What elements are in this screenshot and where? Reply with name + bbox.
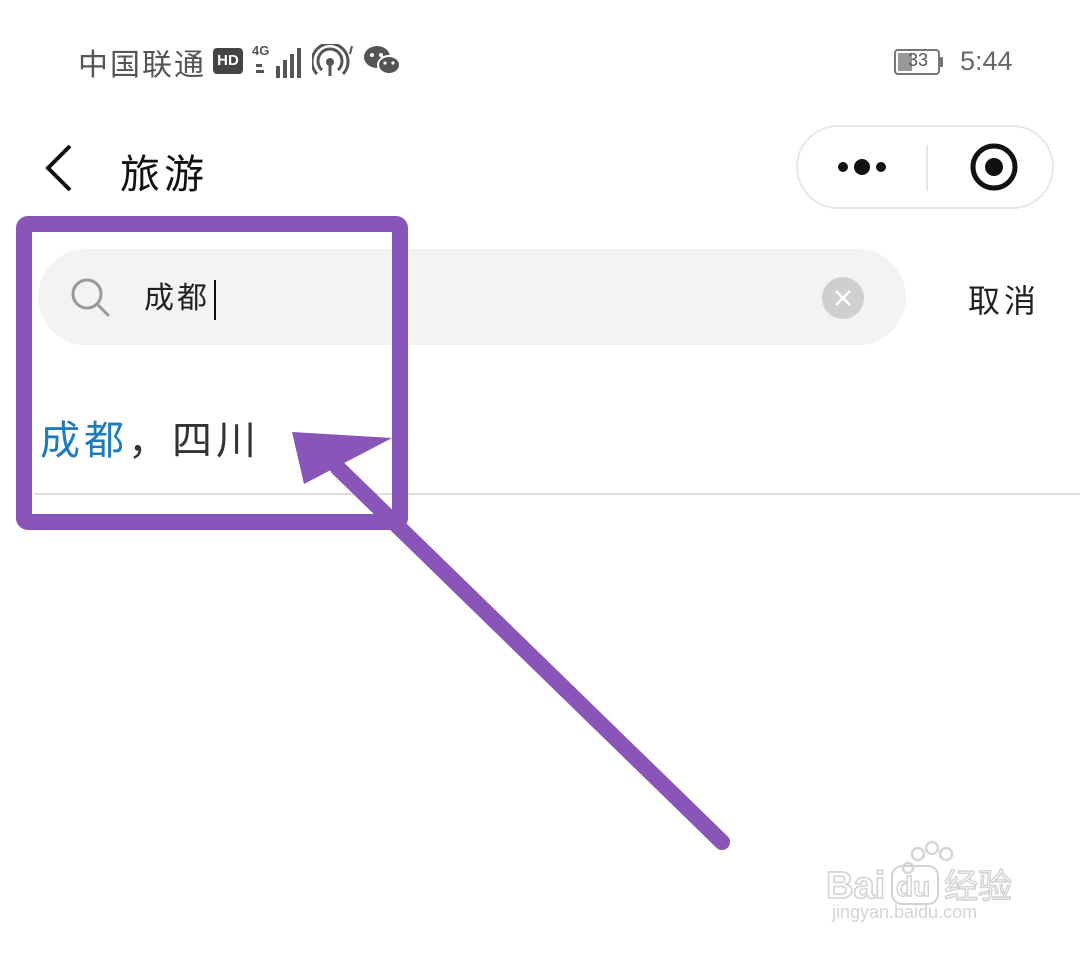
status-bar: 中国联通 HD 4G 33 5:44: [0, 0, 1080, 110]
suggestion-highlight: 成都: [40, 418, 128, 464]
close-mini-program-button[interactable]: [928, 127, 1054, 207]
search-icon: [71, 278, 110, 317]
hotspot-icon: [312, 44, 353, 76]
list-divider: [34, 493, 1080, 495]
annotation-arrow-shaft: [330, 460, 730, 850]
wechat-icon: [364, 46, 401, 75]
suggestion-text: 成都，四川: [40, 408, 260, 466]
chevron-left-icon: [45, 144, 72, 192]
search-input-value: 成都: [144, 281, 210, 316]
clear-search-button[interactable]: [822, 277, 864, 319]
watermark-url: jingyan.baidu.com: [832, 902, 978, 922]
text-caret: [214, 279, 216, 320]
search-input[interactable]: 成都: [144, 273, 216, 320]
mini-program-capsule: [796, 125, 1054, 209]
page-title: 旅游: [120, 152, 208, 198]
battery-level: 33: [907, 50, 929, 70]
back-button[interactable]: [40, 140, 80, 196]
more-button[interactable]: [798, 127, 926, 207]
signal-icon: 4G: [252, 43, 301, 78]
carrier-label: 中国联通: [78, 48, 206, 83]
svg-text:Bai: Bai: [826, 865, 885, 907]
clear-circle-icon: [835, 290, 851, 306]
suggestion-item[interactable]: 成都，四川: [0, 380, 1080, 494]
cancel-button[interactable]: 取消: [968, 276, 1040, 322]
hd-badge: HD: [213, 48, 243, 74]
target-close-icon: [970, 143, 1018, 191]
svg-text:du: du: [896, 871, 930, 902]
network-label: 4G: [252, 43, 269, 58]
suggestion-rest: ，四川: [128, 418, 260, 464]
search-box[interactable]: 成都: [38, 249, 906, 345]
clock: 5:44: [960, 46, 1013, 76]
more-dots-icon: [838, 159, 886, 175]
svg-text:经验: 经验: [944, 867, 1012, 907]
